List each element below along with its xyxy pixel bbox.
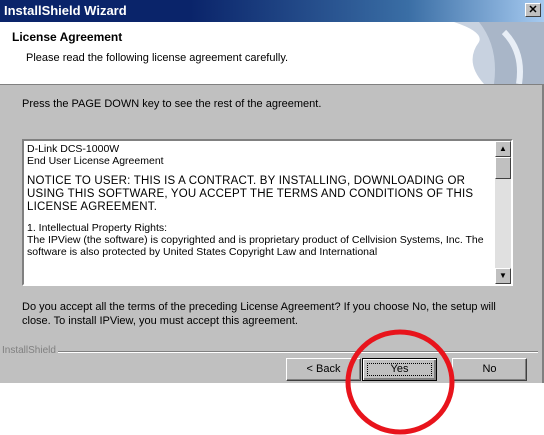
page-subtitle: Please read the following license agreem…	[26, 52, 289, 64]
back-button[interactable]: < Back	[286, 358, 361, 381]
installshield-brand: InstallShield	[2, 345, 56, 356]
scroll-down-button[interactable]: ▼	[495, 268, 511, 284]
license-body: The IPView (the software) is copyrighted…	[27, 234, 484, 258]
yes-button[interactable]: Yes	[362, 358, 437, 381]
accept-question: Do you accept all the terms of the prece…	[22, 301, 496, 327]
instruction-text: Press the PAGE DOWN key to see the rest …	[22, 98, 322, 110]
focus-rectangle	[367, 363, 432, 376]
installer-window: InstallShield Wizard ✕ License Agreement…	[0, 0, 544, 383]
license-heading: End User License Agreement	[27, 155, 164, 167]
close-icon: ✕	[528, 4, 538, 16]
page-title: License Agreement	[12, 30, 123, 44]
scroll-thumb[interactable]	[495, 157, 511, 179]
title-bar[interactable]: InstallShield Wizard ✕	[0, 0, 544, 22]
license-notice: NOTICE TO USER: THIS IS A CONTRACT. BY I…	[27, 175, 474, 213]
window-title: InstallShield Wizard	[4, 3, 127, 18]
license-content: D-Link DCS-1000W End User License Agreem…	[27, 143, 489, 258]
license-section-title: 1. Intellectual Property Rights:	[27, 222, 168, 234]
license-textbox[interactable]: D-Link DCS-1000W End User License Agreem…	[22, 139, 513, 286]
no-button[interactable]: No	[452, 358, 527, 381]
arrow-down-icon: ▼	[499, 271, 507, 280]
scroll-up-button[interactable]: ▲	[495, 141, 511, 157]
vertical-scrollbar[interactable]: ▲ ▼	[495, 141, 511, 284]
close-button[interactable]: ✕	[525, 3, 541, 17]
wizard-header: License Agreement Please read the follow…	[0, 22, 544, 85]
header-graphic-icon	[454, 22, 544, 84]
arrow-up-icon: ▲	[499, 144, 507, 153]
footer-divider	[58, 351, 538, 353]
license-product: D-Link DCS-1000W	[27, 143, 120, 155]
